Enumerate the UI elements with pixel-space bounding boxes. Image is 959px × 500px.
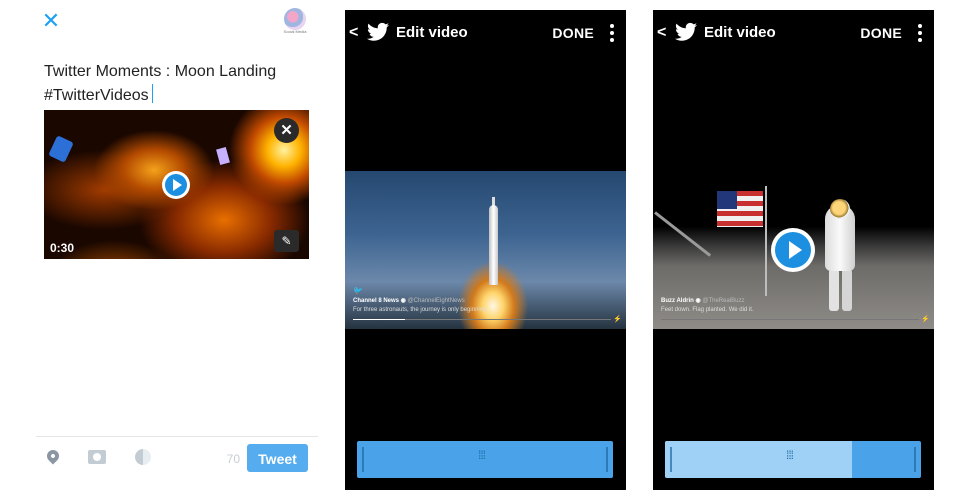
- trim-end-handle[interactable]: [606, 447, 608, 472]
- close-icon[interactable]: ✕: [40, 10, 62, 32]
- rocket: [489, 205, 498, 285]
- compose-panel: ✕ Social Media Twitter Moments : Moon La…: [0, 0, 330, 500]
- trim-start-handle[interactable]: [670, 447, 672, 472]
- back-icon[interactable]: <: [657, 23, 671, 43]
- trim-bar[interactable]: ⁞⁞⁞: [665, 441, 921, 478]
- tweet-line: #TwitterVideos: [44, 84, 314, 108]
- twitter-bird-icon: [367, 22, 389, 41]
- more-options-icon[interactable]: [918, 24, 922, 42]
- thumbnail-debris: [216, 146, 230, 166]
- trim-selected-range: [665, 441, 852, 478]
- done-button[interactable]: DONE: [552, 25, 594, 41]
- tweet-text-input[interactable]: Twitter Moments : Moon Landing #TwitterV…: [44, 60, 314, 108]
- location-pin-icon[interactable]: [42, 447, 64, 470]
- trim-end-handle[interactable]: [914, 447, 916, 472]
- page-title: Edit video: [396, 24, 468, 41]
- thumbnail-debris: [48, 135, 74, 163]
- character-count: 70: [226, 452, 240, 466]
- video-progress-bar[interactable]: [353, 319, 611, 320]
- astronaut-helmet: [830, 199, 850, 219]
- video-thumbnail[interactable]: ✕ 0:30 ✎: [44, 110, 309, 259]
- astronaut-leg: [829, 269, 839, 311]
- card-text: Feet down. Flag planted. We did it.: [661, 307, 754, 313]
- edit-video-panel: < Edit video DONE 🐦 Channel 8 News ◉ @Ch…: [345, 10, 626, 490]
- card-author: Buzz Aldrin ◉ @TheRealBuzz: [661, 298, 745, 304]
- done-button[interactable]: DONE: [860, 25, 902, 41]
- text-caret: [151, 84, 153, 103]
- toolbar-divider: [36, 436, 318, 437]
- camera-icon[interactable]: [88, 450, 106, 464]
- lightning-icon: ⚡: [921, 316, 930, 323]
- back-icon[interactable]: <: [349, 23, 363, 43]
- play-icon[interactable]: [771, 228, 815, 272]
- american-flag: [717, 191, 763, 227]
- drag-grip-icon[interactable]: ⁞⁞⁞: [786, 449, 800, 467]
- edit-video-button[interactable]: ✎: [274, 230, 299, 252]
- avatar[interactable]: [284, 8, 306, 30]
- lander-leg: [654, 211, 712, 257]
- video-progress-bar[interactable]: [661, 319, 919, 320]
- astronaut-leg: [842, 269, 852, 311]
- flag-pole: [765, 186, 767, 296]
- card-text: For three astronauts, the journey is onl…: [353, 307, 489, 313]
- video-progress-fill: [353, 319, 405, 320]
- tweet-line: Twitter Moments : Moon Landing: [44, 63, 277, 80]
- remove-video-button[interactable]: ✕: [274, 118, 299, 143]
- more-options-icon[interactable]: [610, 24, 614, 42]
- page-title: Edit video: [704, 24, 776, 41]
- trim-bar[interactable]: ⁞⁞⁞: [357, 441, 613, 478]
- drag-grip-icon[interactable]: ⁞⁞⁞: [478, 449, 492, 467]
- twitter-bird-icon: [675, 22, 697, 41]
- lightning-icon: ⚡: [613, 316, 622, 323]
- avatar-caption: Social Media: [283, 29, 307, 34]
- card-author: Channel 8 News ◉ @ChannelEightNews: [353, 298, 465, 304]
- play-icon[interactable]: [162, 171, 190, 199]
- video-preview[interactable]: Buzz Aldrin ◉ @TheRealBuzz Feet down. Fl…: [653, 171, 934, 329]
- video-duration: 0:30: [50, 241, 75, 255]
- tweet-button[interactable]: Tweet: [247, 444, 308, 472]
- twitter-bird-icon: 🐦: [353, 286, 363, 295]
- trim-start-handle[interactable]: [362, 447, 364, 472]
- video-preview[interactable]: 🐦 Channel 8 News ◉ @ChannelEightNews For…: [345, 171, 626, 329]
- edit-video-panel: < Edit video DONE Buzz Aldrin ◉ @TheReal…: [653, 10, 934, 490]
- poll-icon[interactable]: [135, 449, 151, 465]
